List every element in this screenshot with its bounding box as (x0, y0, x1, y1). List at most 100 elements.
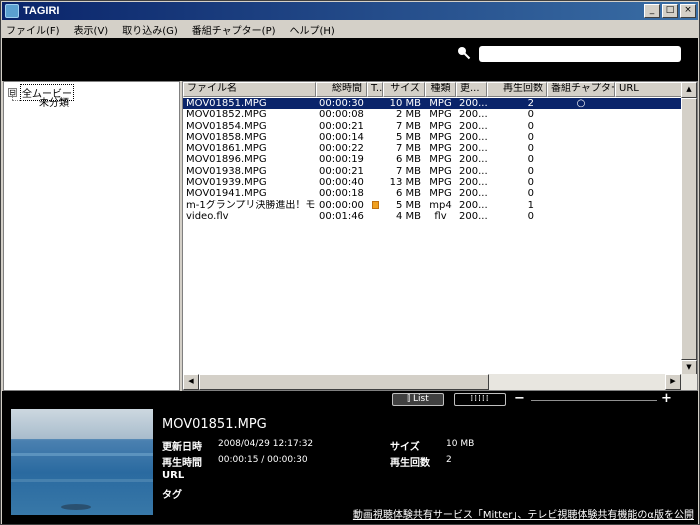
cell-duration: 00:00:21 (319, 165, 364, 177)
cell-size: 5 MB (395, 199, 421, 211)
table-row[interactable]: MOV01939.MPG 00:00:40 13 MB MPG 200... 0 (183, 177, 697, 188)
cell-type: MPG (429, 154, 452, 166)
table-row[interactable]: MOV01941.MPG 00:00:18 6 MB MPG 200... 0 (183, 188, 697, 199)
list-view-button[interactable]: ⫿ List (392, 393, 444, 406)
column-updated[interactable]: 更... (456, 82, 487, 97)
column-t[interactable]: T.. (367, 82, 383, 97)
thumbnail-dolphin (61, 504, 91, 510)
cell-filename: m-1グランプリ決勝進出！モ... (186, 199, 316, 211)
zoom-out-icon[interactable]: − (514, 391, 525, 406)
menu-help[interactable]: ヘルプ(H) (290, 22, 335, 37)
cell-duration: 00:00:40 (319, 177, 364, 189)
cell-t (367, 166, 383, 177)
table-row[interactable]: m-1グランプリ決勝進出！モ... 00:00:00 5 MB mp4 200.… (183, 200, 697, 211)
cell-filename: MOV01939.MPG (186, 177, 267, 189)
cell-type: MPG (429, 188, 452, 200)
play-count-value: 2 (446, 455, 452, 465)
horizontal-scroll-thumb[interactable] (199, 374, 489, 390)
video-thumbnail[interactable] (11, 409, 153, 515)
zoom-in-icon[interactable]: + (661, 391, 672, 406)
column-chapter[interactable]: 番組チャプター (547, 82, 615, 97)
cell-chapter (547, 166, 615, 177)
cell-updated: 200... (459, 188, 487, 200)
cell-duration: 00:00:22 (319, 143, 364, 155)
cell-play-count: 0 (527, 109, 534, 121)
table-row[interactable]: MOV01852.MPG 00:00:08 2 MB MPG 200... 0 (183, 109, 697, 120)
column-type[interactable]: 種類 (425, 82, 456, 97)
file-rows: MOV01851.MPG 00:00:30 10 MB MPG 200... 2… (183, 98, 697, 222)
cell-filename: video.flv (186, 210, 229, 222)
search-icon[interactable] (457, 46, 471, 60)
vertical-scroll-thumb[interactable] (681, 98, 697, 360)
menu-view[interactable]: 表示(V) (74, 22, 109, 37)
search-input[interactable] (479, 46, 681, 62)
scroll-right-icon[interactable]: ▶ (665, 374, 681, 390)
cell-t (367, 211, 383, 222)
cell-play-count: 1 (527, 199, 534, 211)
zoom-slider[interactable] (531, 400, 657, 401)
cell-type: MPG (429, 109, 452, 121)
cell-filename: MOV01938.MPG (186, 165, 267, 177)
cell-play-count: 2 (527, 98, 534, 109)
menu-import[interactable]: 取り込み(G) (122, 22, 178, 37)
cell-t (367, 200, 383, 211)
table-row[interactable]: MOV01851.MPG 00:00:30 10 MB MPG 200... 2… (183, 98, 697, 110)
vertical-scrollbar[interactable]: ▲ ▼ (681, 82, 697, 376)
cell-type: mp4 (429, 199, 452, 211)
thumbnail-wave (11, 453, 153, 456)
app-window: TAGIRI _ □ × ファイル(F) 表示(V) 取り込み(G) 番組チャプ… (0, 0, 700, 525)
cell-size: 6 MB (395, 154, 421, 166)
cell-play-count: 0 (527, 154, 534, 166)
cell-type: MPG (429, 98, 452, 109)
column-size[interactable]: サイズ (383, 82, 425, 97)
thumbnail-view-button[interactable]: ⁞⁞⁞⁞⁞ (454, 393, 506, 406)
size-label: サイズ (390, 442, 420, 453)
tree-node-uncategorized[interactable]: 未分類 (39, 94, 69, 109)
table-row[interactable]: MOV01861.MPG 00:00:22 7 MB MPG 200... 0 (183, 143, 697, 154)
table-row[interactable]: MOV01854.MPG 00:00:21 7 MB MPG 200... 0 (183, 121, 697, 132)
cell-updated: 200... (459, 210, 487, 222)
file-list: ファイル名 総時間 T.. サイズ 種類 更... 再生回数 番組チャプター U… (182, 81, 698, 391)
cell-type: MPG (429, 131, 452, 143)
column-filename[interactable]: ファイル名 (183, 82, 316, 97)
table-row[interactable]: video.flv 00:01:46 4 MB flv 200... 0 (183, 211, 697, 222)
updated-label: 更新日時 (162, 442, 202, 453)
menu-chapter[interactable]: 番組チャプター(P) (192, 22, 276, 37)
thumbnail-wall (11, 409, 153, 439)
cell-duration: 00:00:21 (319, 120, 364, 132)
column-duration[interactable]: 総時間 (316, 82, 367, 97)
news-link[interactable]: 動画視聴体験共有サービス「Mitter」、テレビ視聴体験共有機能のα版を公開 (353, 506, 694, 521)
cell-chapter (547, 200, 615, 211)
cell-filename: MOV01941.MPG (186, 188, 267, 200)
cell-chapter (547, 109, 615, 120)
table-row[interactable]: MOV01858.MPG 00:00:14 5 MB MPG 200... 0 (183, 132, 697, 143)
minimize-button[interactable]: _ (644, 4, 660, 18)
cell-updated: 200... (459, 120, 487, 132)
cell-updated: 200... (459, 143, 487, 155)
window-controls: _ □ × (644, 4, 696, 18)
file-list-header: ファイル名 総時間 T.. サイズ 種類 更... 再生回数 番組チャプター U… (183, 82, 697, 97)
column-play-count[interactable]: 再生回数 (487, 82, 547, 97)
table-row[interactable]: MOV01896.MPG 00:00:19 6 MB MPG 200... 0 (183, 154, 697, 165)
cell-filename: MOV01896.MPG (186, 154, 267, 166)
cell-size: 7 MB (395, 143, 421, 155)
cell-filename: MOV01861.MPG (186, 143, 267, 155)
cell-t (367, 154, 383, 165)
title-bar[interactable]: TAGIRI _ □ × (2, 2, 698, 20)
horizontal-scrollbar[interactable]: ◀ ▶ (183, 374, 697, 390)
cell-filename: MOV01854.MPG (186, 120, 267, 132)
scroll-up-icon[interactable]: ▲ (681, 82, 697, 98)
table-row[interactable]: MOV01938.MPG 00:00:21 7 MB MPG 200... 0 (183, 166, 697, 177)
url-label: URL (162, 470, 185, 481)
maximize-button[interactable]: □ (662, 4, 678, 18)
cell-chapter (547, 143, 615, 154)
cell-duration: 00:00:08 (319, 109, 364, 121)
cell-size: 4 MB (395, 210, 421, 222)
cell-t (367, 143, 383, 154)
menu-file[interactable]: ファイル(F) (6, 22, 60, 37)
close-button[interactable]: × (680, 4, 696, 18)
cell-filename: MOV01851.MPG (186, 98, 267, 109)
cell-size: 5 MB (395, 131, 421, 143)
scroll-left-icon[interactable]: ◀ (183, 374, 199, 390)
cell-filename: MOV01858.MPG (186, 131, 267, 143)
